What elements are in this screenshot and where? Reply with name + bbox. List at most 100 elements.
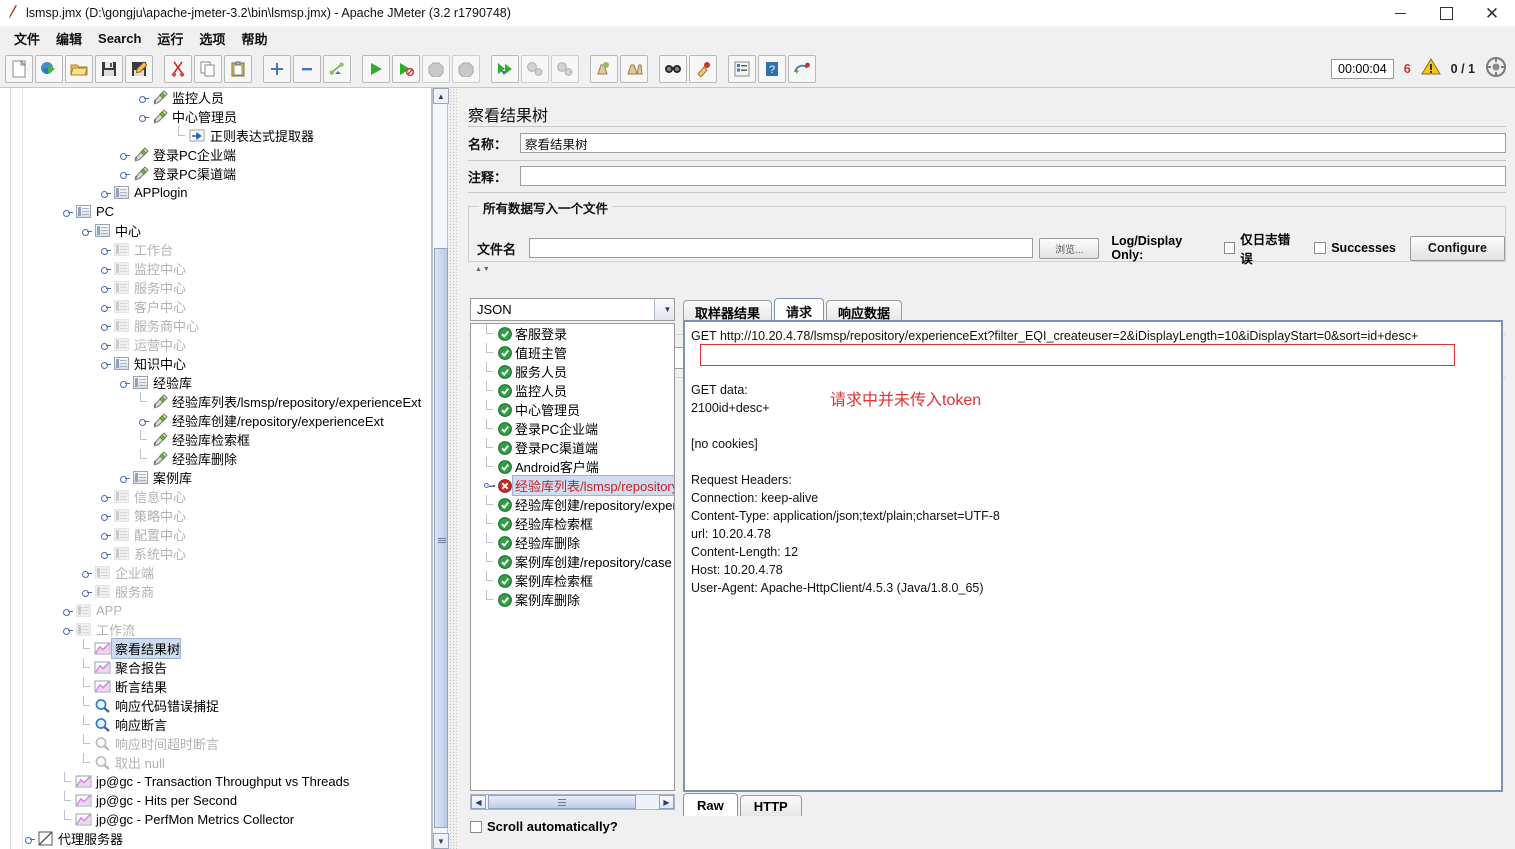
copy-icon[interactable] xyxy=(194,54,222,83)
result-list-item[interactable]: 案例库删除 xyxy=(471,590,674,609)
tree-node[interactable]: PC xyxy=(23,202,431,221)
tree-expand-handle-icon[interactable] xyxy=(137,411,150,430)
request-content-box[interactable]: GET http://10.20.4.78/lsmsp/repository/e… xyxy=(683,320,1503,792)
connection-status-icon[interactable] xyxy=(1485,56,1507,81)
cut-icon[interactable] xyxy=(164,54,192,83)
tree-node[interactable]: 服务商中心 xyxy=(23,316,431,335)
scroll-up-icon[interactable]: ▲ xyxy=(433,88,449,104)
tree-node[interactable]: jp@gc - PerfMon Metrics Collector xyxy=(23,810,431,829)
browse-button[interactable]: 浏览... xyxy=(1039,237,1100,259)
tree-node[interactable]: 响应断言 xyxy=(23,715,431,734)
close-button[interactable]: ✕ xyxy=(1469,0,1515,26)
collapse-all-icon[interactable] xyxy=(293,54,321,83)
tree-node[interactable]: 案例库 xyxy=(23,468,431,487)
tree-node[interactable]: 运营中心 xyxy=(23,335,431,354)
tree-node[interactable]: 服务中心 xyxy=(23,278,431,297)
warning-triangle-icon[interactable] xyxy=(1420,58,1441,79)
results-horizontal-scrollbar[interactable]: ◀ ▶ xyxy=(470,794,675,810)
result-list-item[interactable]: 案例库检索框 xyxy=(471,571,674,590)
tree-expand-handle-icon[interactable] xyxy=(483,476,496,495)
search-reset-icon[interactable] xyxy=(689,54,717,83)
start-icon[interactable] xyxy=(362,54,390,83)
configure-button[interactable]: Configure xyxy=(1409,235,1506,261)
tab-raw[interactable]: Raw xyxy=(683,793,738,816)
save-as-icon[interactable] xyxy=(125,54,153,83)
tree-vertical-scrollbar[interactable]: ▲ ▼ xyxy=(432,88,449,849)
scroll-left-icon[interactable]: ◀ xyxy=(471,795,486,809)
tree-node[interactable]: 信息中心 xyxy=(23,487,431,506)
chevron-down-icon[interactable]: ▼ xyxy=(654,299,674,320)
comment-input[interactable] xyxy=(520,166,1506,186)
clear-all-icon[interactable] xyxy=(620,54,648,83)
tree-node[interactable]: 服务商 xyxy=(23,582,431,601)
tree-expand-handle-icon[interactable] xyxy=(99,316,112,335)
tree-node[interactable]: 经验库删除 xyxy=(23,449,431,468)
result-list-item[interactable]: 经验库检索框 xyxy=(471,514,674,533)
menu-search[interactable]: Search xyxy=(90,29,149,48)
tab-request[interactable]: 请求 xyxy=(774,298,825,321)
scroll-automatically-checkbox[interactable] xyxy=(470,820,482,833)
result-list-item[interactable]: 经验库删除 xyxy=(471,533,674,552)
tree-node[interactable]: 登录PC渠道端 xyxy=(23,164,431,183)
tree-expand-handle-icon[interactable] xyxy=(99,259,112,278)
result-list-item[interactable]: 登录PC企业端 xyxy=(471,419,674,438)
result-list-item[interactable]: 经验库创建/repository/experi xyxy=(471,495,674,514)
tree-node[interactable]: 客户中心 xyxy=(23,297,431,316)
minimize-button[interactable] xyxy=(1377,0,1423,26)
result-list-item[interactable]: 客服登录 xyxy=(471,324,674,343)
menu-options[interactable]: 选项 xyxy=(191,27,233,50)
tree-expand-handle-icon[interactable] xyxy=(99,544,112,563)
renderer-select[interactable]: JSON ▼ xyxy=(470,298,675,321)
tree-expand-handle-icon[interactable] xyxy=(99,183,112,202)
tree-node[interactable]: 经验库列表/lsmsp/repository/experienceExt xyxy=(23,392,431,411)
tree-node[interactable]: APPlogin xyxy=(23,183,431,202)
tree-expand-handle-icon[interactable] xyxy=(80,582,93,601)
result-list-item[interactable]: Android客户端 xyxy=(471,457,674,476)
tree-expand-handle-icon[interactable] xyxy=(118,164,131,183)
successes-checkbox[interactable] xyxy=(1314,242,1327,254)
tree-node[interactable]: 中心管理员 xyxy=(23,107,431,126)
menu-edit[interactable]: 编辑 xyxy=(48,27,90,50)
tree-node[interactable]: 代理服务器 xyxy=(23,829,431,848)
tree-node[interactable]: 知识中心 xyxy=(23,354,431,373)
tree-expand-handle-icon[interactable] xyxy=(99,278,112,297)
result-list-item[interactable]: 经验库列表/lsmsp/repository xyxy=(471,475,674,496)
tree-node[interactable]: 断言结果 xyxy=(23,677,431,696)
hscroll-track[interactable] xyxy=(486,795,659,809)
section-collapse-icon[interactable]: ▲▼ xyxy=(475,266,491,273)
menu-help[interactable]: 帮助 xyxy=(233,27,275,50)
menu-run[interactable]: 运行 xyxy=(149,27,191,50)
sample-results-tree[interactable]: 客服登录 值班主管 服务人员 监控人员 中心管理员 登录PC企业端 登录PC渠道端 Andro… xyxy=(470,323,675,791)
tree-node[interactable]: 监控人员 xyxy=(23,88,431,107)
tree-node[interactable]: 取出 null xyxy=(23,753,431,772)
tree-expand-handle-icon[interactable] xyxy=(99,240,112,259)
tree-expand-handle-icon[interactable] xyxy=(61,620,74,639)
tree-node[interactable]: 正则表达式提取器 xyxy=(23,126,431,145)
tree-node[interactable]: 策略中心 xyxy=(23,506,431,525)
templates-icon[interactable] xyxy=(35,54,63,83)
tree-node[interactable]: jp@gc - Hits per Second xyxy=(23,791,431,810)
tree-expand-handle-icon[interactable] xyxy=(61,601,74,620)
result-list-item[interactable]: 值班主管 xyxy=(471,343,674,362)
tree-expand-handle-icon[interactable] xyxy=(99,297,112,316)
result-list-item[interactable]: 监控人员 xyxy=(471,381,674,400)
tree-expand-handle-icon[interactable] xyxy=(118,373,131,392)
tree-node[interactable]: 经验库检索框 xyxy=(23,430,431,449)
tree-node[interactable]: 配置中心 xyxy=(23,525,431,544)
tree-node[interactable]: jp@gc - Transaction Throughput vs Thread… xyxy=(23,772,431,791)
tree-expand-handle-icon[interactable] xyxy=(118,468,131,487)
hscroll-thumb[interactable] xyxy=(488,795,636,809)
result-list-item[interactable]: 服务人员 xyxy=(471,362,674,381)
tree-expand-handle-icon[interactable] xyxy=(80,563,93,582)
tree-node[interactable]: 登录PC企业端 xyxy=(23,145,431,164)
tree-node[interactable]: 企业端 xyxy=(23,563,431,582)
tree-node[interactable]: 响应时间超时断言 xyxy=(23,734,431,753)
tree-node[interactable]: 经验库 xyxy=(23,373,431,392)
paste-icon[interactable] xyxy=(224,54,252,83)
name-input[interactable] xyxy=(520,133,1506,153)
tree-expand-handle-icon[interactable] xyxy=(99,525,112,544)
tree-node[interactable]: 响应代码错误捕捉 xyxy=(23,696,431,715)
tree-expand-handle-icon[interactable] xyxy=(80,221,93,240)
tree-node[interactable]: 系统中心 xyxy=(23,544,431,563)
scroll-down-icon[interactable]: ▼ xyxy=(433,833,449,849)
